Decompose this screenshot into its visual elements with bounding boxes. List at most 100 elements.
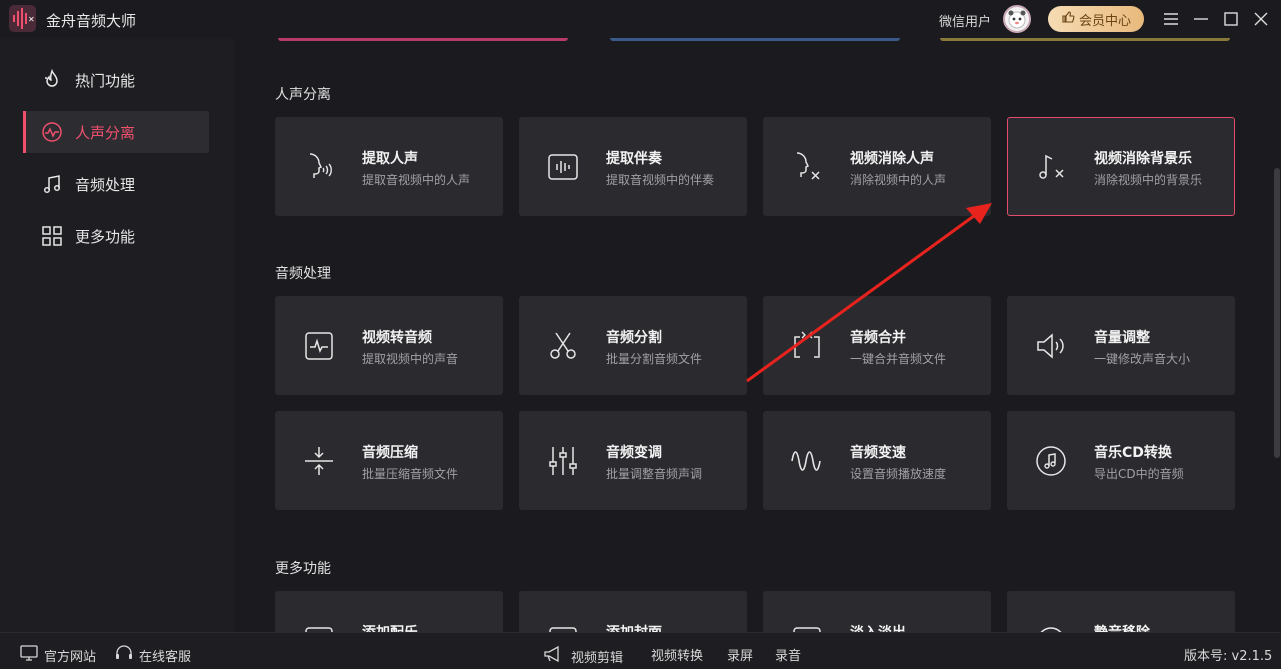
card-subtitle: 批量分割音频文件 bbox=[606, 352, 703, 366]
footer-bar: 官方网站 在线客服 视频剪辑 视频转换 录屏 录音 版本号: v2.1.5 bbox=[0, 632, 1281, 669]
card-add-cover[interactable]: 添加封面 bbox=[519, 591, 747, 632]
sine-wave-icon bbox=[790, 444, 824, 478]
footer-support-link[interactable]: 在线客服 bbox=[115, 645, 191, 665]
headset-icon bbox=[115, 645, 133, 665]
equalizer-icon bbox=[546, 444, 580, 478]
card-title: 音频变速 bbox=[850, 445, 906, 461]
card-subtitle: 一键合并音频文件 bbox=[850, 352, 947, 366]
card-audio-pitch[interactable]: 音频变调 批量调整音频声调 bbox=[519, 411, 747, 510]
card-title: 添加封面 bbox=[606, 622, 662, 632]
sidebar-item-hot[interactable]: 热门功能 bbox=[23, 59, 209, 101]
section-title-more: 更多功能 bbox=[275, 561, 331, 577]
card-subtitle: 批量调整音频声调 bbox=[606, 467, 703, 481]
card-title: 视频转音频 bbox=[362, 330, 432, 346]
card-title: 视频消除背景乐 bbox=[1094, 151, 1192, 167]
footer-link-video-edit[interactable]: 视频剪辑 bbox=[543, 645, 623, 667]
scrollbar[interactable] bbox=[1273, 38, 1281, 632]
footer-support-label: 在线客服 bbox=[139, 649, 192, 665]
card-audio-compress[interactable]: 音频压缩 批量压缩音频文件 bbox=[275, 411, 503, 510]
card-title: 音频变调 bbox=[606, 445, 662, 461]
card-subtitle: 消除视频中的人声 bbox=[850, 173, 947, 187]
face-mute-icon bbox=[790, 150, 824, 184]
card-volume-adjust[interactable]: 音量调整 一键修改声音大小 bbox=[1007, 296, 1235, 395]
sidebar-item-label: 热门功能 bbox=[75, 71, 136, 90]
card-subtitle: 消除视频中的背景乐 bbox=[1094, 173, 1203, 187]
card-title: 静音移除 bbox=[1094, 622, 1150, 632]
card-title: 音乐CD转换 bbox=[1094, 445, 1172, 461]
card-title: 音频分割 bbox=[606, 330, 662, 346]
scissors-icon bbox=[546, 329, 580, 363]
card-audio-speed[interactable]: 音频变速 设置音频播放速度 bbox=[763, 411, 991, 510]
card-video-to-audio[interactable]: 视频转音频 提取视频中的声音 bbox=[275, 296, 503, 395]
footer-link-screen-record[interactable]: 录屏 bbox=[727, 645, 753, 664]
card-bottom-edge bbox=[278, 38, 568, 41]
card-subtitle: 设置音频播放速度 bbox=[850, 467, 947, 481]
fade-icon bbox=[790, 624, 824, 632]
user-avatar[interactable] bbox=[1003, 5, 1031, 33]
sidebar-item-label: 人声分离 bbox=[75, 123, 136, 142]
waveform-icon bbox=[41, 121, 63, 143]
svg-text:✕: ✕ bbox=[28, 15, 35, 24]
card-extract-accompaniment[interactable]: 提取伴奏 提取音视频中的伴奏 bbox=[519, 117, 747, 216]
card-subtitle: 导出CD中的音频 bbox=[1094, 467, 1184, 481]
menu-icon[interactable] bbox=[1158, 6, 1184, 32]
card-audio-split[interactable]: 音频分割 批量分割音频文件 bbox=[519, 296, 747, 395]
title-bar: ✕ 金舟音频大师 微信用户 会员中心 bbox=[0, 0, 1281, 38]
card-bottom-edge bbox=[610, 38, 900, 41]
sidebar: 热门功能 人声分离 音频处理 更多功能 bbox=[0, 38, 234, 632]
card-title: 提取伴奏 bbox=[606, 151, 662, 167]
thumbs-up-icon bbox=[1061, 10, 1075, 28]
card-title: 视频消除人声 bbox=[850, 151, 934, 167]
footer-link-label: 视频转换 bbox=[651, 649, 704, 664]
monitor-icon bbox=[20, 645, 38, 665]
card-title: 音量调整 bbox=[1094, 330, 1150, 346]
close-icon[interactable] bbox=[1248, 6, 1274, 32]
scrollbar-thumb[interactable] bbox=[1274, 168, 1280, 458]
footer-website-label: 官方网站 bbox=[44, 649, 97, 665]
card-video-remove-bgm[interactable]: 视频消除背景乐 消除视频中的背景乐 bbox=[1007, 117, 1235, 216]
fire-icon bbox=[41, 69, 63, 91]
section-title-audio: 音频处理 bbox=[275, 266, 331, 282]
sidebar-item-vocal[interactable]: 人声分离 bbox=[23, 111, 209, 153]
footer-link-video-convert[interactable]: 视频转换 bbox=[651, 645, 703, 664]
main-content: 人声分离 提取人声 提取音视频中的人声 提取伴奏 提取音视频中的伴奏 视频消除人… bbox=[234, 38, 1281, 632]
sidebar-item-label: 音频处理 bbox=[75, 175, 136, 194]
section-title-vocal: 人声分离 bbox=[275, 87, 331, 103]
card-subtitle: 提取视频中的声音 bbox=[362, 352, 459, 366]
vip-center-button[interactable]: 会员中心 bbox=[1048, 6, 1144, 32]
merge-icon bbox=[790, 329, 824, 363]
card-audio-merge[interactable]: 音频合并 一键合并音频文件 bbox=[763, 296, 991, 395]
card-title: 淡入淡出 bbox=[850, 622, 906, 632]
card-video-remove-vocal[interactable]: 视频消除人声 消除视频中的人声 bbox=[763, 117, 991, 216]
music-box-icon bbox=[302, 624, 336, 632]
footer-link-label: 视频剪辑 bbox=[571, 650, 624, 666]
card-music-cd-convert[interactable]: 音乐CD转换 导出CD中的音频 bbox=[1007, 411, 1235, 510]
sidebar-item-more[interactable]: 更多功能 bbox=[23, 215, 209, 257]
card-subtitle: 批量压缩音频文件 bbox=[362, 467, 459, 481]
footer-link-label: 录音 bbox=[775, 649, 802, 664]
maximize-icon[interactable] bbox=[1218, 6, 1244, 32]
sidebar-item-label: 更多功能 bbox=[75, 227, 136, 246]
app-logo-icon: ✕ bbox=[9, 5, 36, 32]
card-title: 音频合并 bbox=[850, 330, 906, 346]
minimize-icon[interactable] bbox=[1188, 6, 1214, 32]
footer-website-link[interactable]: 官方网站 bbox=[20, 645, 96, 665]
card-title: 音频压缩 bbox=[362, 445, 418, 461]
footer-version: 版本号: v2.1.5 bbox=[1184, 649, 1273, 664]
footer-link-label: 录屏 bbox=[727, 649, 754, 664]
card-add-music[interactable]: 添加配乐 bbox=[275, 591, 503, 632]
card-bottom-edge bbox=[940, 38, 1230, 41]
card-subtitle: 提取音视频中的伴奏 bbox=[606, 173, 715, 187]
sidebar-item-audio[interactable]: 音频处理 bbox=[23, 163, 209, 205]
music-mute-icon bbox=[1034, 150, 1068, 184]
face-voice-icon bbox=[302, 150, 336, 184]
compress-icon bbox=[302, 444, 336, 478]
card-extract-vocal[interactable]: 提取人声 提取音视频中的人声 bbox=[275, 117, 503, 216]
user-name[interactable]: 微信用户 bbox=[939, 11, 991, 30]
pulse-box-icon bbox=[302, 329, 336, 363]
card-silence-remove[interactable]: 静音移除 bbox=[1007, 591, 1235, 632]
footer-link-audio-record[interactable]: 录音 bbox=[775, 645, 801, 664]
card-title: 提取人声 bbox=[362, 151, 418, 167]
card-fade-in-out[interactable]: 淡入淡出 bbox=[763, 591, 991, 632]
card-subtitle: 一键修改声音大小 bbox=[1094, 352, 1191, 366]
